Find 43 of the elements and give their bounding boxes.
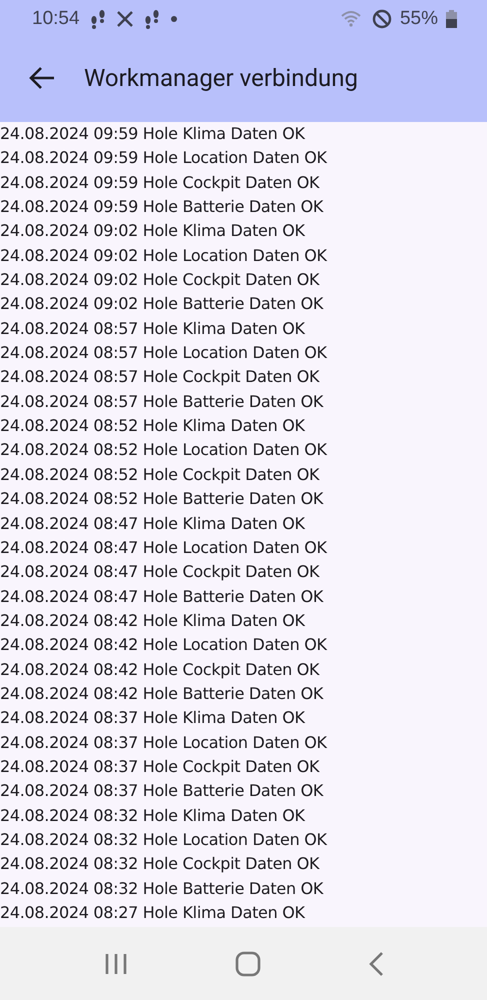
log-line: 24.08.2024 08:42 Hole Location Daten OK [0, 634, 328, 656]
log-line: 24.08.2024 08:52 Hole Location Daten OK [0, 439, 328, 462]
dot-icon [170, 15, 178, 23]
log-line: 24.08.2024 08:52 Hole Batterie Daten OK [0, 488, 324, 510]
log-line: 24.08.2024 08:57 Hole Cockpit Daten OK [0, 366, 321, 388]
log-line: 24.08.2024 08:57 Hole Location Daten OK [0, 342, 328, 364]
log-line: 24.08.2024 08:32 Hole Cockpit Daten OK [0, 853, 321, 876]
app-bar-title: Workmanager verbindung [84, 64, 358, 92]
log-line: 24.08.2024 09:59 Hole Klima Daten OK [0, 123, 306, 145]
log-line: 24.08.2024 08:37 Hole Batterie Daten OK [0, 780, 324, 802]
status-time: 10:54 [32, 8, 80, 30]
log-line: 24.08.2024 08:47 Hole Klima Daten OK [0, 512, 306, 534]
log-line: 24.08.2024 08:27 Hole Klima Daten OK [0, 902, 306, 924]
battery-percent: 55% [400, 8, 438, 30]
back-nav-button[interactable] [368, 950, 384, 976]
log-line: 24.08.2024 08:32 Hole Location Daten OK [0, 828, 328, 851]
log-line: 24.08.2024 08:47 Hole Batterie Daten OK [0, 586, 324, 608]
battery-icon [446, 10, 457, 28]
log-line: 24.08.2024 08:42 Hole Klima Daten OK [0, 610, 306, 632]
log-line: 24.08.2024 09:59 Hole Batterie Daten OK [0, 196, 324, 218]
log-line: 24.08.2024 08:37 Hole Cockpit Daten OK [0, 756, 321, 778]
log-line: 24.08.2024 09:59 Hole Cockpit Daten OK [0, 172, 321, 194]
log-line: 24.08.2024 08:37 Hole Klima Daten OK [0, 707, 306, 730]
recent-apps-button[interactable] [104, 952, 128, 976]
log-line: 24.08.2024 08:42 Hole Cockpit Daten OK [0, 658, 321, 681]
log-line: 24.08.2024 08:32 Hole Batterie Daten OK [0, 878, 324, 900]
log-line: 24.08.2024 08:57 Hole Batterie Daten OK [0, 390, 324, 413]
log-line: 24.08.2024 08:37 Hole Location Daten OK [0, 732, 328, 754]
log-line: 24.08.2024 08:52 Hole Klima Daten OK [0, 415, 306, 438]
log-line: 24.08.2024 09:59 Hole Location Daten OK [0, 147, 328, 170]
log-line: 24.08.2024 08:47 Hole Location Daten OK [0, 536, 328, 559]
home-button[interactable] [234, 950, 260, 976]
log-line: 24.08.2024 08:52 Hole Cockpit Daten OK [0, 464, 321, 486]
log-line: 24.08.2024 09:02 Hole Batterie Daten OK [0, 293, 324, 316]
log-line: 24.08.2024 08:42 Hole Batterie Daten OK [0, 682, 324, 705]
log-line: 24.08.2024 09:02 Hole Klima Daten OK [0, 220, 306, 242]
x-icon [116, 10, 134, 28]
log-line: 24.08.2024 08:57 Hole Klima Daten OK [0, 318, 306, 340]
log-line: 24.08.2024 09:02 Hole Location Daten OK [0, 244, 328, 267]
log-line: 24.08.2024 08:32 Hole Klima Daten OK [0, 804, 306, 827]
log-line: 24.08.2024 08:47 Hole Cockpit Daten OK [0, 561, 321, 584]
do-not-disturb-icon [372, 9, 392, 29]
log-line: 24.08.2024 09:02 Hole Cockpit Daten OK [0, 269, 321, 292]
